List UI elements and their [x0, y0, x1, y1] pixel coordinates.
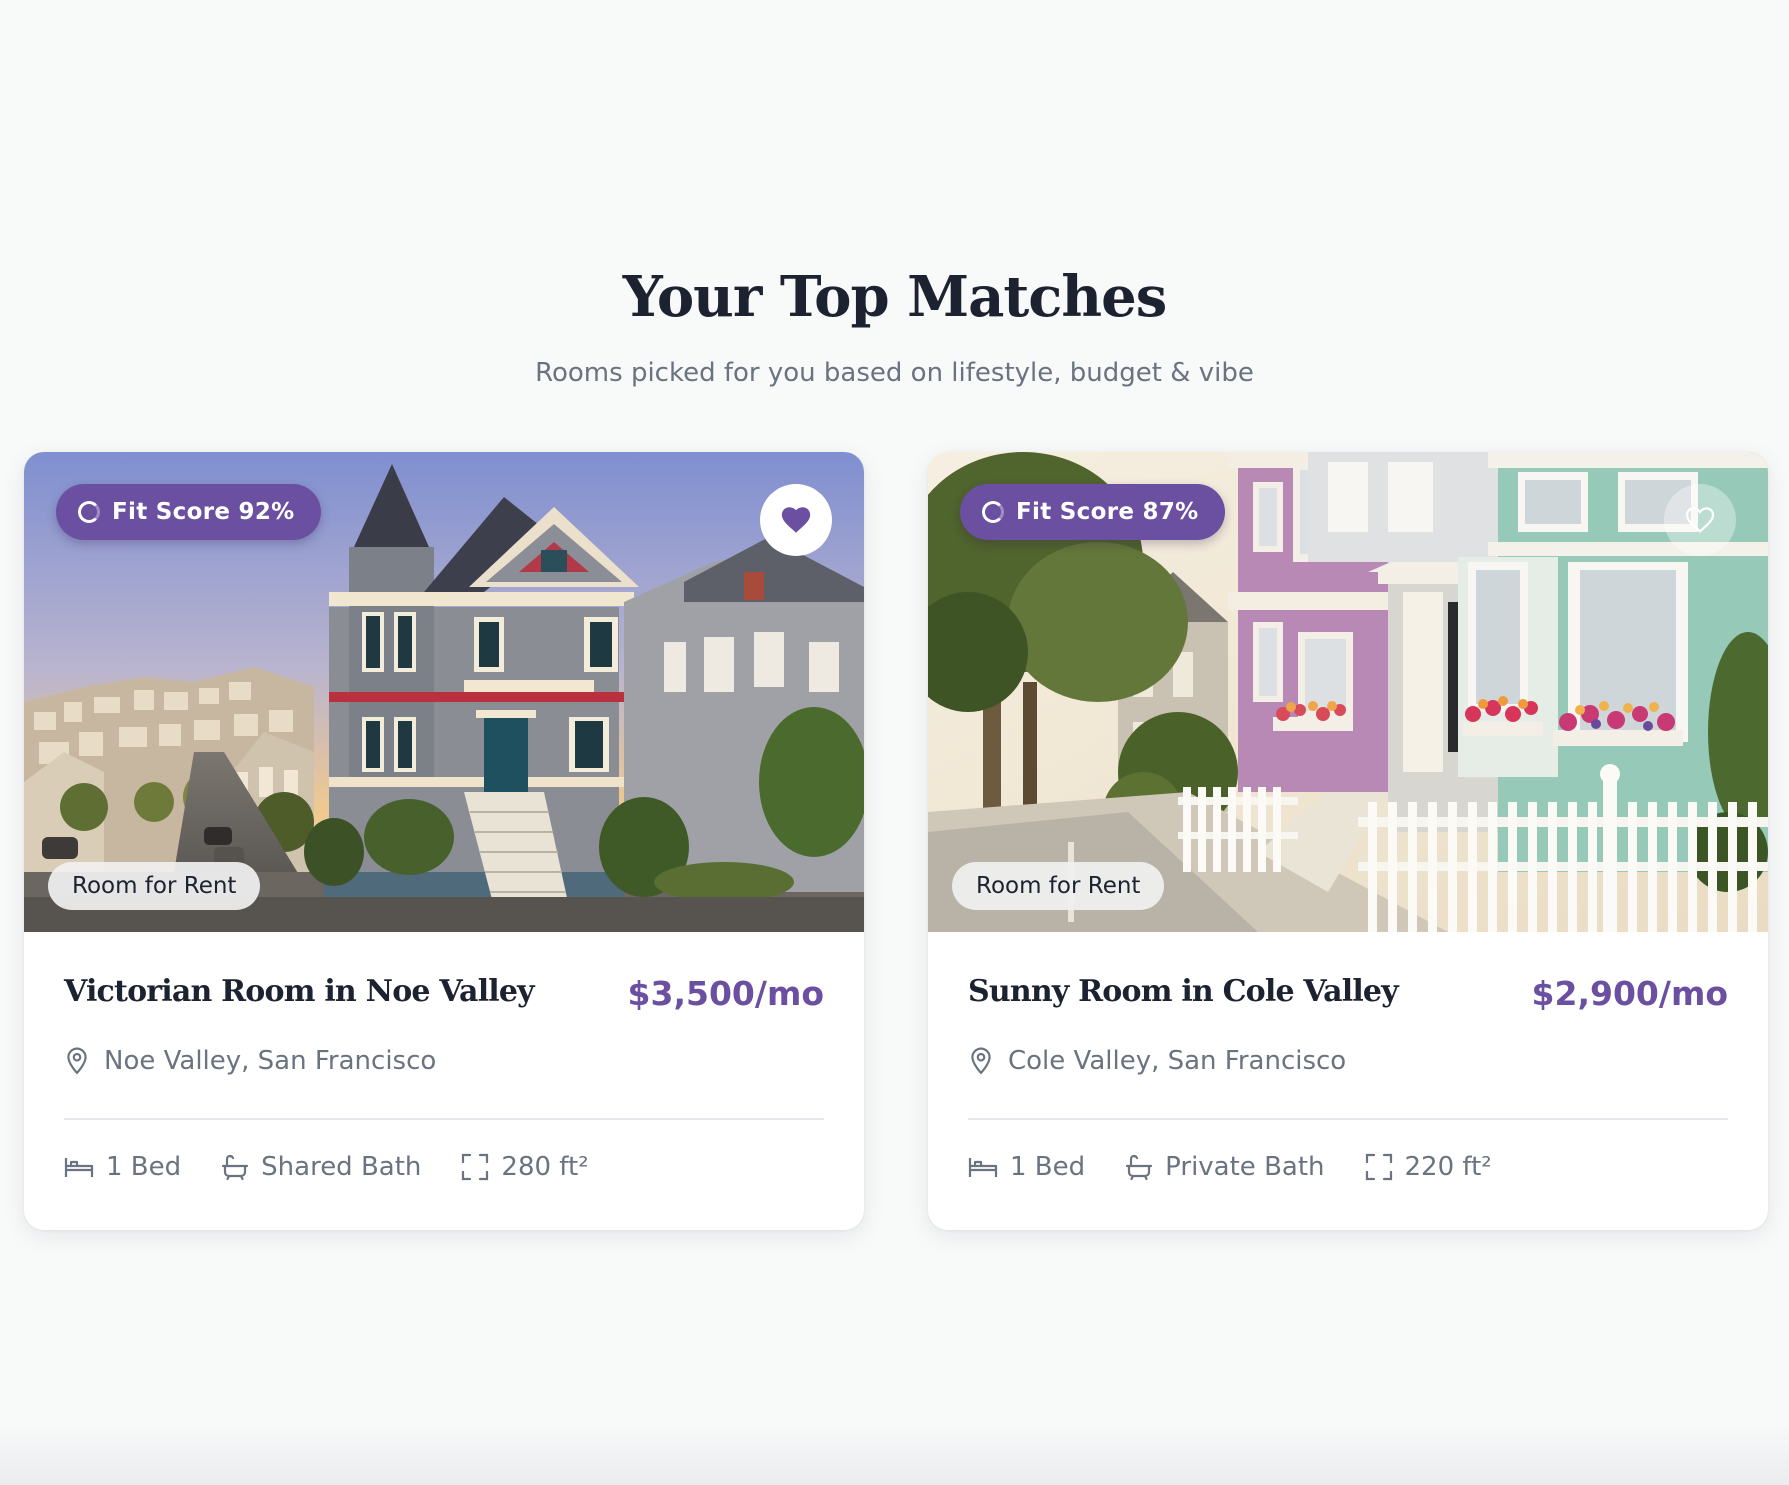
listing-card[interactable]: Fit Score 92% Room for Rent Victorian Ro… — [24, 452, 864, 1230]
listing-photo[interactable]: Fit Score 92% Room for Rent — [24, 452, 864, 932]
feature-area: 220 ft² — [1365, 1152, 1492, 1182]
listing-price: $3,500/mo — [627, 974, 824, 1013]
feature-bath: Shared Bath — [221, 1152, 421, 1182]
title-row: Victorian Room in Noe Valley $3,500/mo — [64, 972, 824, 1018]
heart-icon — [781, 507, 811, 533]
listing-photo[interactable]: Fit Score 87% Room for Rent — [928, 452, 1768, 932]
favorite-button[interactable] — [760, 484, 832, 556]
feature-beds: 1 Bed — [968, 1152, 1085, 1182]
fit-score-label: Fit Score 92% — [112, 499, 295, 525]
feature-area: 280 ft² — [461, 1152, 589, 1182]
divider — [64, 1118, 824, 1120]
divider — [968, 1118, 1728, 1120]
fit-score-label: Fit Score 87% — [1016, 499, 1199, 525]
title-row: Sunny Room in Cole Valley $2,900/mo — [968, 972, 1728, 1018]
bottom-fade — [0, 1425, 1789, 1485]
listing-card[interactable]: Fit Score 87% Room for Rent Sunny Room i… — [928, 452, 1768, 1230]
feature-beds-label: 1 Bed — [1010, 1152, 1086, 1182]
heart-outline-icon — [1685, 507, 1715, 533]
bed-icon — [968, 1158, 998, 1177]
area-expand-icon — [1365, 1153, 1392, 1181]
favorite-button[interactable] — [1664, 484, 1736, 556]
fit-score-badge: Fit Score 87% — [960, 484, 1225, 540]
fit-score-badge: Fit Score 92% — [56, 484, 321, 540]
location-label: Cole Valley, San Francisco — [1008, 1046, 1347, 1076]
bed-icon — [64, 1158, 94, 1177]
feature-bath-label: Private Bath — [1165, 1152, 1325, 1182]
listing-price: $2,900/mo — [1531, 974, 1728, 1013]
listing-features: 1 Bed Shared Bath 280 ft² — [64, 1152, 629, 1182]
feature-beds: 1 Bed — [64, 1152, 181, 1182]
fit-ring-icon — [78, 501, 100, 523]
listing-location: Cole Valley, San Francisco — [968, 1046, 1346, 1076]
page-subtitle: Rooms picked for you based on lifestyle,… — [535, 358, 1254, 388]
feature-beds-label: 1 Bed — [106, 1152, 182, 1182]
section-header: Your Top Matches Rooms picked for you ba… — [0, 262, 1789, 390]
listing-type-badge: Room for Rent — [48, 862, 261, 910]
bathtub-icon — [1126, 1154, 1153, 1180]
feature-bath: Private Bath — [1125, 1152, 1325, 1182]
listing-location: Noe Valley, San Francisco — [64, 1046, 436, 1076]
area-expand-icon — [462, 1153, 489, 1181]
location-label: Noe Valley, San Francisco — [104, 1046, 437, 1076]
page-title: Your Top Matches — [622, 264, 1168, 330]
fit-ring-icon — [982, 501, 1004, 523]
bathtub-icon — [222, 1154, 249, 1180]
location-pin-icon — [971, 1047, 991, 1075]
feature-area-label: 220 ft² — [1404, 1152, 1492, 1182]
listing-title[interactable]: Sunny Room in Cole Valley — [968, 972, 1399, 1012]
listing-type-badge: Room for Rent — [952, 862, 1165, 910]
feature-bath-label: Shared Bath — [261, 1152, 422, 1182]
listing-title[interactable]: Victorian Room in Noe Valley — [64, 972, 535, 1012]
listing-features: 1 Bed Private Bath 220 ft² — [968, 1152, 1532, 1182]
feature-area-label: 280 ft² — [501, 1152, 589, 1182]
location-pin-icon — [67, 1047, 87, 1075]
